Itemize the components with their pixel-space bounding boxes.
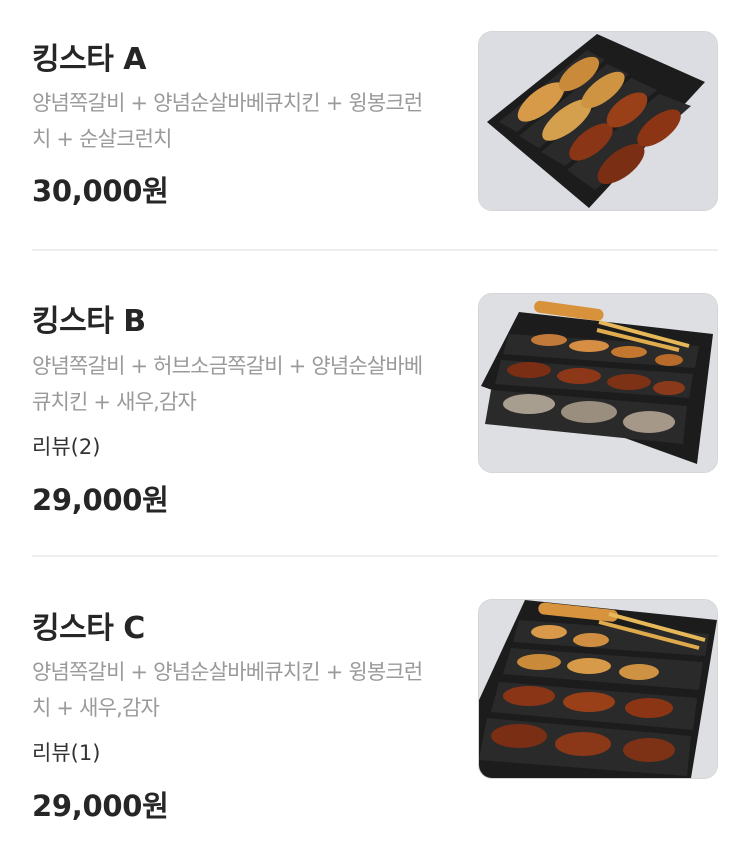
menu-item-price: 29,000원 — [32, 483, 169, 517]
menu-item-name: 킹스타 C — [32, 611, 145, 646]
menu-item-name: 킹스타 A — [32, 42, 146, 77]
menu-item-price: 30,000원 — [32, 174, 169, 208]
menu-item-kingstar-a[interactable]: 킹스타 A 양념쪽갈비 + 양념순살바베큐치킨 + 윙봉크런치 + 순살크런치 … — [32, 0, 718, 249]
menu-item-photo[interactable] — [478, 599, 718, 779]
menu-item-photo[interactable] — [478, 293, 718, 473]
menu-item-photo[interactable] — [478, 31, 718, 211]
menu-item-description: 양념쪽갈비 + 양념순살바베큐치킨 + 윙봉크런치 + 순살크런치 — [32, 91, 423, 151]
menu-item-description: 양념쪽갈비 + 양념순살바베큐치킨 + 윙봉크런치 + 새우,감자 — [32, 660, 423, 720]
menu-item-kingstar-c[interactable]: 킹스타 C 양념쪽갈비 + 양념순살바베큐치킨 + 윙봉크런치 + 새우,감자 … — [32, 557, 718, 853]
menu-item-review-link[interactable]: 리뷰(1) — [32, 737, 100, 767]
menu-list: 킹스타 A 양념쪽갈비 + 양념순살바베큐치킨 + 윙봉크런치 + 순살크런치 … — [0, 0, 750, 853]
menu-item-price: 29,000원 — [32, 789, 169, 823]
menu-item-name: 킹스타 B — [32, 304, 146, 339]
chicken-box-image — [479, 600, 717, 778]
menu-item-kingstar-b[interactable]: 킹스타 B 양념쪽갈비 + 허브소금쪽갈비 + 양념순살바베큐치킨 + 새우,감… — [32, 251, 718, 555]
menu-item-description: 양념쪽갈비 + 허브소금쪽갈비 + 양념순살바베큐치킨 + 새우,감자 — [32, 354, 423, 414]
chicken-box-image — [479, 32, 717, 210]
menu-item-review-link[interactable]: 리뷰(2) — [32, 431, 100, 461]
chicken-box-image — [479, 294, 717, 472]
